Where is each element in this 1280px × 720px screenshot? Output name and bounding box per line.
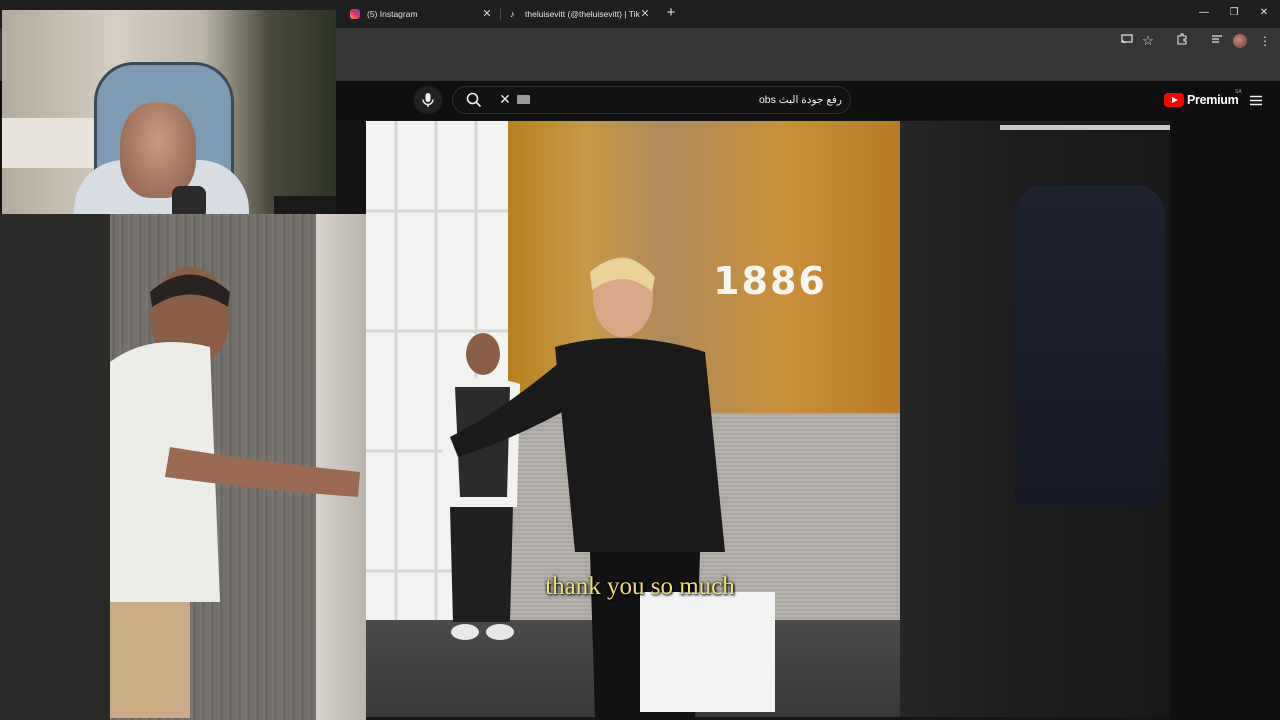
- tab-close-button[interactable]: ✕: [638, 7, 652, 20]
- webcam-overlay: [2, 10, 336, 214]
- cast-icon[interactable]: [1119, 33, 1135, 49]
- hanging-clothes: [1015, 185, 1165, 505]
- bookmark-star-icon[interactable]: ☆: [1140, 33, 1156, 49]
- tab-instagram[interactable]: (5) Instagram ✕: [340, 3, 500, 25]
- instagram-icon: [350, 9, 360, 19]
- region-code: SA: [1235, 89, 1242, 95]
- youtube-play-icon: [1164, 93, 1184, 107]
- tiktok-icon: ♪: [510, 9, 515, 19]
- logo-text: Premium: [1187, 93, 1239, 107]
- search-icon[interactable]: [465, 91, 483, 109]
- more-icon[interactable]: ⋮: [1257, 33, 1273, 49]
- tab-close-button[interactable]: ✕: [480, 7, 494, 20]
- man-white-shirt: [110, 267, 360, 718]
- youtube-premium-logo[interactable]: Premium: [1164, 91, 1239, 109]
- microphone-icon: [422, 93, 434, 107]
- screen: (5) Instagram ✕ ♪ theluisevitt (@theluis…: [0, 0, 1280, 720]
- video-scene-left: [0, 214, 110, 720]
- webcam-monitor: [274, 196, 336, 214]
- video-letterbox-right: [1170, 120, 1280, 720]
- tab-tiktok[interactable]: ♪ theluisevitt (@theluisevitt) | Tik ✕: [500, 3, 658, 25]
- hamburger-menu-icon[interactable]: [1249, 93, 1263, 106]
- tab-title: (5) Instagram: [367, 9, 418, 19]
- profile-avatar[interactable]: [1233, 34, 1247, 48]
- search-input[interactable]: رفع جودة البث obs: [540, 92, 842, 108]
- keyboard-icon[interactable]: [517, 95, 530, 104]
- maximize-button[interactable]: ❐: [1219, 4, 1249, 22]
- clear-search-icon[interactable]: ✕: [498, 92, 512, 106]
- clothing-rack: [1000, 125, 1170, 130]
- new-tab-button[interactable]: +: [662, 4, 680, 22]
- webcam-microphone: [172, 186, 206, 214]
- video-subtitle: thank you so much: [545, 573, 735, 600]
- man-black-shirt: [450, 257, 775, 718]
- close-window-button[interactable]: ✕: [1249, 4, 1279, 22]
- webcam-streamer: [120, 102, 196, 198]
- voice-search-button[interactable]: [414, 86, 442, 114]
- tab-title: theluisevitt (@theluisevitt) | Tik: [525, 9, 640, 19]
- extensions-icon[interactable]: [1174, 33, 1190, 49]
- reading-list-icon[interactable]: [1209, 33, 1225, 49]
- minimize-button[interactable]: —: [1189, 4, 1219, 22]
